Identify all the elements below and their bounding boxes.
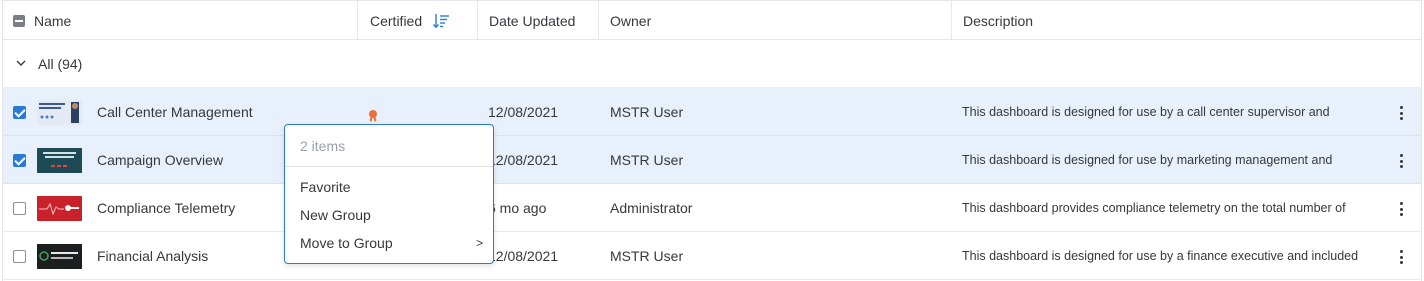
- date-updated: 12/08/2021: [488, 248, 559, 264]
- owner: MSTR User: [610, 248, 684, 264]
- table-row[interactable]: Campaign Overview 12/08/2021 MSTR User T…: [3, 136, 1421, 184]
- chevron-down-icon[interactable]: [15, 57, 27, 69]
- dossier-name[interactable]: Financial Analysis: [97, 248, 208, 264]
- column-header-date-updated[interactable]: Date Updated: [477, 1, 598, 40]
- dossier-thumbnail: [37, 196, 82, 221]
- row-checkbox[interactable]: [13, 250, 26, 263]
- description: This dashboard is designed for use by ma…: [962, 153, 1333, 167]
- row-checkbox[interactable]: [13, 154, 26, 167]
- menu-item-new-group[interactable]: New Group: [285, 201, 493, 229]
- owner: MSTR User: [610, 152, 684, 168]
- date-updated: 6 mo ago: [488, 200, 547, 216]
- table-row[interactable]: Financial Analysis 12/08/2021 MSTR User …: [3, 232, 1421, 280]
- table-row[interactable]: Compliance Telemetry 6 mo ago Administra…: [3, 184, 1421, 232]
- menu-item-move-to-group[interactable]: Move to Group >: [285, 229, 493, 257]
- dossier-name[interactable]: Call Center Management: [97, 104, 253, 120]
- table-header: Name Certified Date Updated Owner Descri…: [3, 0, 1421, 40]
- call-center-thumbnail-image: [37, 100, 82, 125]
- campaign-thumbnail-image: [37, 148, 82, 173]
- group-label: All (94): [38, 56, 83, 72]
- column-header-certified-label: Certified: [370, 12, 423, 29]
- more-options-icon[interactable]: [1393, 200, 1409, 218]
- dossier-thumbnail: [37, 244, 82, 269]
- more-options-icon[interactable]: [1393, 248, 1409, 266]
- context-menu: 2 items Favorite New Group Move to Group…: [284, 124, 494, 264]
- column-header-date-updated-label: Date Updated: [489, 12, 576, 29]
- dossier-name[interactable]: Campaign Overview: [97, 152, 223, 168]
- menu-item-favorite[interactable]: Favorite: [285, 173, 493, 201]
- date-updated: 12/08/2021: [488, 152, 559, 168]
- dossier-table: Name Certified Date Updated Owner Descri…: [2, 0, 1422, 281]
- row-checkbox[interactable]: [13, 106, 26, 119]
- compliance-thumbnail-image: [37, 196, 82, 221]
- certified-badge-icon: [369, 110, 377, 122]
- dossier-thumbnail: [37, 100, 82, 125]
- owner: MSTR User: [610, 104, 684, 120]
- submenu-arrow-icon: >: [475, 236, 483, 250]
- dossier-name[interactable]: Compliance Telemetry: [97, 200, 235, 216]
- menu-item-label: Favorite: [300, 179, 351, 195]
- description: This dashboard is designed for use by a …: [962, 249, 1359, 263]
- context-menu-selection-count: 2 items: [285, 125, 493, 167]
- column-header-description-label: Description: [963, 12, 1034, 29]
- dossier-thumbnail: [37, 148, 82, 173]
- column-header-owner[interactable]: Owner: [598, 1, 951, 40]
- column-header-certified[interactable]: Certified: [357, 1, 477, 40]
- sort-descending-icon[interactable]: [432, 13, 450, 29]
- row-checkbox[interactable]: [13, 202, 26, 215]
- group-row-all[interactable]: All (94): [3, 40, 1421, 88]
- table-row[interactable]: Call Center Management 12/08/2021 MSTR U…: [3, 88, 1421, 136]
- menu-item-label: New Group: [300, 207, 371, 223]
- indeterminate-checkbox-icon: [13, 14, 25, 27]
- description: This dashboard provides compliance telem…: [962, 201, 1346, 215]
- column-header-name-label: Name: [34, 12, 72, 29]
- owner: Administrator: [610, 200, 693, 216]
- menu-item-label: Move to Group: [300, 235, 393, 251]
- column-header-description[interactable]: Description: [951, 1, 1421, 40]
- financial-thumbnail-image: [37, 244, 82, 269]
- more-options-icon[interactable]: [1393, 104, 1409, 122]
- column-header-name[interactable]: Name: [34, 1, 71, 40]
- date-updated: 12/08/2021: [488, 104, 559, 120]
- select-all-checkbox[interactable]: [13, 1, 25, 40]
- column-header-owner-label: Owner: [610, 12, 652, 29]
- description: This dashboard is designed for use by a …: [962, 105, 1330, 119]
- more-options-icon[interactable]: [1393, 152, 1409, 170]
